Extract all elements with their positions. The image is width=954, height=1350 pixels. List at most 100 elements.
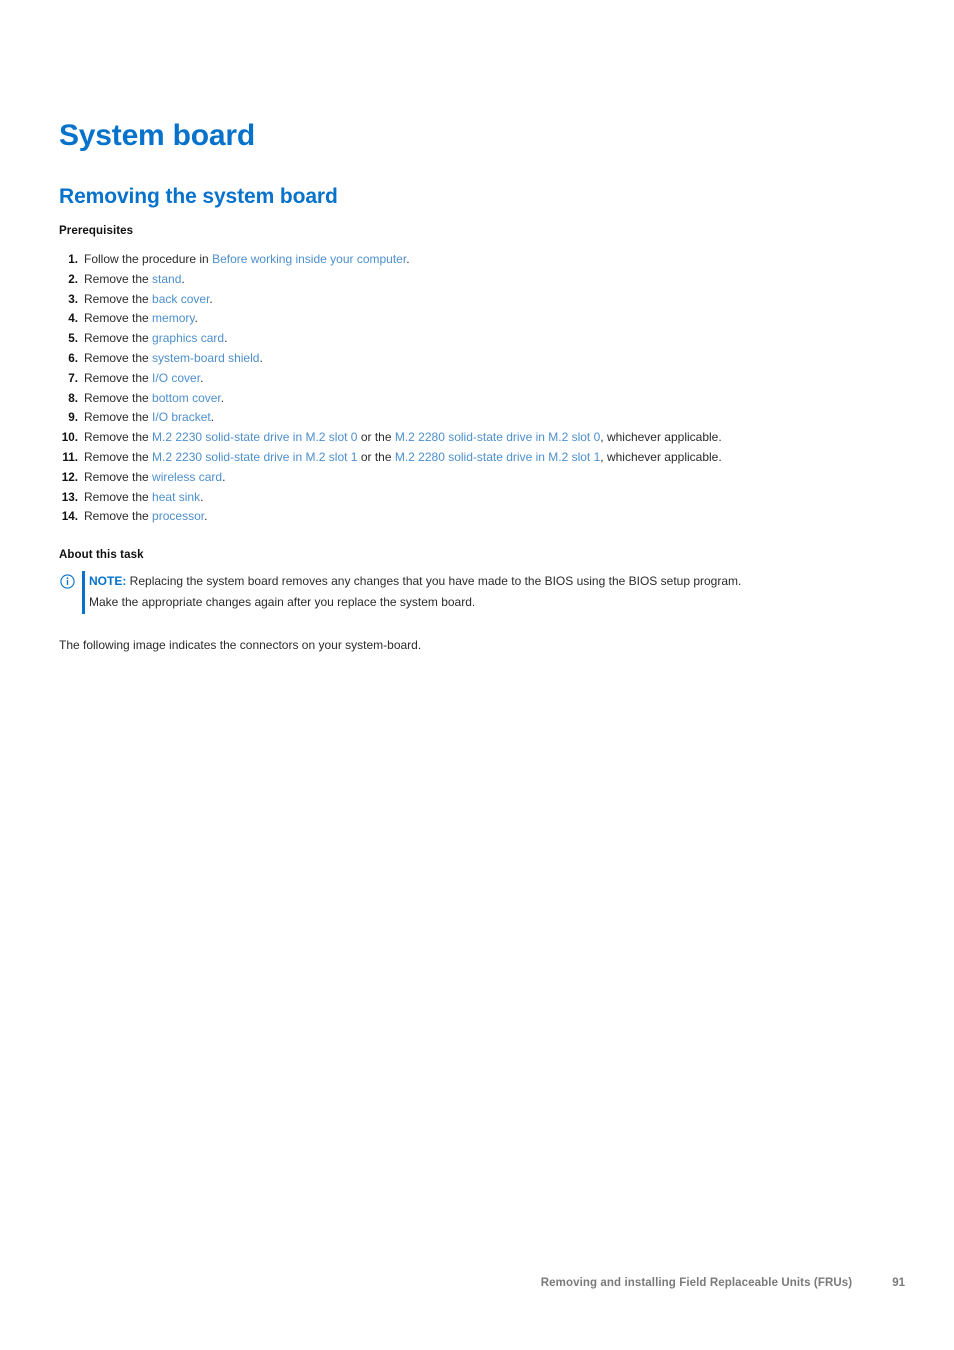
step-text-fragment: . <box>222 469 226 484</box>
note-first-line: NOTE: Replacing the system board removes… <box>89 571 929 592</box>
step-link[interactable]: memory <box>152 311 194 325</box>
prerequisite-step: 6. Remove the system-board shield. <box>59 349 919 369</box>
step-text: Remove the bottom cover. <box>84 389 224 409</box>
step-text-fragment: . <box>220 390 225 405</box>
intro-paragraph: The following image indicates the connec… <box>59 638 422 652</box>
prerequisite-step: 1. Follow the procedure in Before working… <box>59 250 919 270</box>
note-text-line-1: Replacing the system board removes any c… <box>126 574 742 588</box>
step-link[interactable]: M.2 2230 solid-state drive in M.2 slot 0 <box>152 430 357 444</box>
prerequisite-step: 2. Remove the stand. <box>59 270 919 290</box>
step-number: 7. <box>68 371 78 385</box>
step-text-fragment: Remove the <box>84 390 153 405</box>
step-link[interactable]: I/O bracket <box>152 410 211 424</box>
step-link[interactable]: graphics card <box>152 331 224 345</box>
step-text: Remove the system-board shield. <box>84 349 263 369</box>
step-link[interactable]: system-board shield <box>152 351 259 365</box>
step-number: 10. <box>61 431 78 445</box>
section-title: Removing the system board <box>59 185 338 209</box>
prerequisite-step: 3. Remove the back cover. <box>59 290 919 310</box>
step-text-fragment: Remove the <box>84 291 153 306</box>
step-text-fragment: or the <box>357 449 395 464</box>
step-number: 4. <box>68 312 78 326</box>
step-number: 3. <box>68 292 78 306</box>
step-link[interactable]: heat sink <box>152 490 200 504</box>
step-text: Remove the heat sink. <box>84 488 203 508</box>
step-text: Remove the wireless card. <box>84 468 225 488</box>
step-text-fragment: . <box>209 291 213 306</box>
step-number: 12. <box>61 470 78 484</box>
step-link[interactable]: I/O cover <box>152 371 200 385</box>
step-text: Remove the processor. <box>84 507 207 527</box>
document-page: System board Removing the system board P… <box>0 0 954 1350</box>
page-title: System board <box>59 119 255 153</box>
prerequisite-step: 10. Remove the M.2 2230 solid-state drive… <box>59 428 919 448</box>
prerequisite-step: 4. Remove the memory. <box>59 309 919 329</box>
prerequisites-list: 1. Follow the procedure in Before working… <box>59 250 919 527</box>
step-text-fragment: Remove the <box>84 410 153 425</box>
note-body: NOTE: Replacing the system board removes… <box>89 571 929 613</box>
step-text-fragment: Remove the <box>84 449 153 464</box>
step-number: 9. <box>68 411 78 425</box>
step-text-fragment: , whichever applicable. <box>600 449 722 464</box>
step-text-fragment: . <box>406 252 410 266</box>
step-text-fragment: . <box>194 311 198 326</box>
prerequisite-step: 14. Remove the processor. <box>59 507 919 527</box>
step-number: 14. <box>61 510 78 524</box>
step-text-fragment: . <box>200 489 204 504</box>
prerequisite-step: 11. Remove the M.2 2230 solid-state drive… <box>59 448 919 468</box>
step-number: 11. <box>62 450 78 464</box>
step-text-fragment: Remove the <box>84 370 153 385</box>
prerequisites-label: Prerequisites <box>59 225 134 237</box>
step-text-fragment: Remove the <box>84 311 153 326</box>
step-text-fragment: . <box>224 331 228 346</box>
step-text: Remove the stand. <box>84 270 185 290</box>
step-link[interactable]: stand <box>152 272 181 286</box>
step-text-fragment: . <box>200 370 204 385</box>
step-number: 8. <box>68 391 78 405</box>
step-number: 1. <box>68 253 78 266</box>
step-text: Remove the memory. <box>84 309 198 329</box>
step-text: Remove the I/O bracket. <box>84 408 214 428</box>
step-text-fragment: Remove the <box>84 489 153 504</box>
note-callout: NOTE: Replacing the system board removes… <box>59 571 929 614</box>
prerequisite-step: 9. Remove the I/O bracket. <box>59 408 919 428</box>
step-text: Remove the graphics card. <box>84 329 227 349</box>
step-text-fragment: . <box>210 410 215 425</box>
prerequisite-step: 5. Remove the graphics card. <box>59 329 919 349</box>
step-link[interactable]: processor <box>152 509 204 523</box>
prerequisite-step: 13. Remove the heat sink. <box>59 488 919 508</box>
step-text: Follow the procedure in Before working i… <box>84 250 410 270</box>
step-link[interactable]: M.2 2280 solid-state drive in M.2 slot 1 <box>395 450 600 464</box>
step-text-fragment: or the <box>357 430 395 445</box>
step-text-fragment: Remove the <box>84 469 153 484</box>
step-text-fragment: Remove the <box>84 430 153 445</box>
note-accent-bar <box>82 571 85 614</box>
note-label: NOTE: <box>89 574 127 588</box>
step-text: Remove the back cover. <box>84 290 213 310</box>
step-number: 5. <box>68 332 78 346</box>
step-text: Remove the M.2 2230 solid-state drive in… <box>84 448 722 468</box>
step-text-fragment: Remove the <box>84 509 153 524</box>
prerequisite-step: 8. Remove the bottom cover. <box>59 389 919 409</box>
step-text-fragment: Follow the procedure in <box>84 252 213 266</box>
step-text-fragment: Remove the <box>84 271 153 286</box>
footer-page-number: 91 <box>892 1277 905 1289</box>
step-link[interactable]: back cover <box>152 292 209 306</box>
about-this-task-label: About this task <box>59 549 144 561</box>
step-link[interactable]: Before working inside your computer <box>212 252 406 266</box>
step-link[interactable]: wireless card <box>152 470 222 484</box>
step-link[interactable]: M.2 2280 solid-state drive in M.2 slot 0 <box>395 430 600 444</box>
info-circle-icon <box>60 574 75 589</box>
prerequisite-step: 12. Remove the wireless card. <box>59 468 919 488</box>
step-link[interactable]: M.2 2230 solid-state drive in M.2 slot 1 <box>152 450 357 464</box>
step-text-fragment: Remove the <box>84 331 153 346</box>
step-text-fragment: . <box>259 350 263 365</box>
step-text-fragment: . <box>181 271 185 286</box>
step-text-fragment: , whichever applicable. <box>600 430 722 445</box>
step-number: 13. <box>61 490 78 504</box>
step-text: Remove the M.2 2230 solid-state drive in… <box>84 428 722 448</box>
step-link[interactable]: bottom cover <box>152 391 221 405</box>
page-footer: Removing and installing Field Replaceabl… <box>0 1275 954 1291</box>
note-text-line-2: Make the appropriate changes again after… <box>89 595 476 609</box>
step-number: 6. <box>68 351 78 365</box>
